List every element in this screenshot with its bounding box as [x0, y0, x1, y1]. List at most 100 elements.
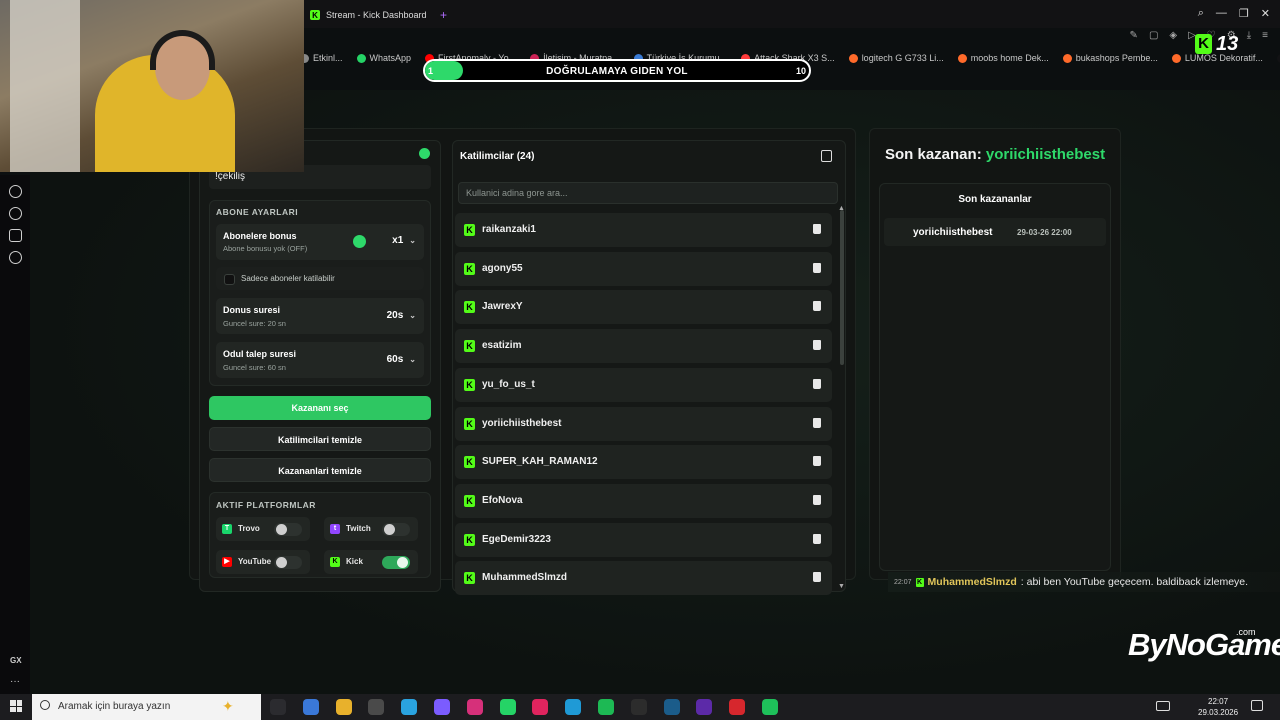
edge-icon[interactable]: [565, 699, 582, 715]
opera-gx-icon[interactable]: [532, 699, 549, 715]
clear-winners-button[interactable]: Kazananlari temizle: [209, 458, 431, 482]
bookmark-label: moobs home Dek...: [970, 53, 1049, 63]
platform-label: Trovo: [238, 524, 260, 533]
bookmark-item[interactable]: WhatsApp: [356, 50, 411, 66]
chat-text: : abi ben YouTube geçecem. baldiback izl…: [1020, 576, 1249, 588]
trash-icon[interactable]: [813, 262, 821, 273]
sub-bonus-select[interactable]: x1 ⌄: [392, 235, 416, 246]
participant-name: esatizim: [482, 340, 522, 352]
app-blue-icon[interactable]: [302, 699, 319, 715]
notification-icon[interactable]: [1251, 700, 1263, 711]
participant-row: K EgeDemir3223: [455, 522, 832, 557]
trash-icon[interactable]: [813, 572, 821, 583]
bookmark-item[interactable]: logitech G G733 Li...: [848, 50, 944, 66]
play-circle-icon[interactable]: [9, 185, 22, 198]
only-subs-option[interactable]: Sadece aboneler katilabilir: [216, 267, 424, 290]
close-icon[interactable]: ✕: [1261, 7, 1270, 20]
sparkle-icon[interactable]: ✦: [222, 698, 234, 715]
trash-icon[interactable]: [813, 456, 821, 467]
sub-bonus-card: Abonelere bonus Abone bonusu yok (OFF) x…: [216, 224, 424, 260]
goal-title: DOĞRULAMAYA GIDEN YOL: [546, 66, 688, 77]
only-subs-checkbox[interactable]: [224, 274, 235, 285]
instagram-icon[interactable]: [466, 699, 483, 715]
trash-icon[interactable]: [813, 417, 821, 428]
gx-label[interactable]: GX: [10, 656, 22, 665]
copy-icon[interactable]: [821, 150, 832, 162]
pick-winner-button[interactable]: Kazananı seç: [209, 396, 431, 420]
bookmark-item[interactable]: bukashops Pembe...: [1062, 50, 1158, 66]
maximize-icon[interactable]: ❐: [1239, 7, 1249, 20]
new-tab-button[interactable]: +: [440, 8, 447, 22]
trash-icon[interactable]: [813, 378, 821, 389]
trash-icon[interactable]: [813, 224, 821, 234]
participant-scrollbar[interactable]: [840, 210, 844, 365]
odul-select[interactable]: 60s ⌄: [387, 354, 416, 365]
info-icon[interactable]: [353, 235, 366, 248]
bookmark-item[interactable]: Etkinl...: [300, 50, 343, 66]
twitch-toggle[interactable]: [382, 523, 410, 536]
bookmark-item[interactable]: moobs home Dek...: [957, 50, 1049, 66]
settings-icon[interactable]: [9, 251, 22, 264]
participant-row: K JawrexY: [455, 290, 832, 325]
trash-icon[interactable]: [813, 533, 821, 544]
clear-participants-button[interactable]: Katilimcilari temizle: [209, 427, 431, 451]
participant-row: Kyoriichiisthebest: [455, 406, 832, 441]
webcam-feed: [0, 0, 304, 172]
more-icon[interactable]: ···: [10, 676, 20, 687]
scroll-down-icon[interactable]: ▼: [838, 583, 845, 590]
whatsapp-icon[interactable]: [499, 699, 516, 715]
task-view-icon[interactable]: [270, 699, 286, 715]
donus-subtitle: Guncel sure: 20 sn: [223, 319, 286, 328]
epic-games-icon[interactable]: [630, 699, 647, 715]
donus-value: 20s: [386, 310, 404, 321]
trovo-icon: T: [222, 524, 232, 534]
extensions-icon[interactable]: [9, 229, 22, 242]
app-green-icon[interactable]: [762, 699, 778, 715]
keyboard-icon[interactable]: [1156, 701, 1170, 711]
twitch-icon: t: [330, 524, 340, 534]
app-red-icon[interactable]: [729, 699, 746, 715]
app-gray-icon[interactable]: [368, 699, 385, 715]
chevron-down-icon: ⌄: [409, 311, 416, 320]
start-icon[interactable]: [10, 700, 22, 712]
participant-search-input[interactable]: Kullanici adina gore ara...: [458, 182, 838, 204]
trash-icon[interactable]: [813, 340, 821, 351]
taskbar-clock[interactable]: 22:07 29.03.2026: [1198, 696, 1238, 718]
valorant-icon[interactable]: [696, 699, 713, 715]
menu-icon[interactable]: ≡: [1262, 30, 1268, 41]
youtube-toggle[interactable]: [274, 556, 302, 569]
discord-icon[interactable]: [434, 699, 450, 715]
tab-kick-dashboard[interactable]: K Stream - Kick Dashboard: [310, 5, 427, 25]
goal-end-value: 10: [796, 66, 807, 76]
trash-icon[interactable]: [813, 494, 821, 505]
steam-icon[interactable]: [663, 699, 680, 715]
shield-icon[interactable]: ◈: [1169, 30, 1177, 41]
last-winner-heading: Son kazanan: yoriichiisthebest: [885, 146, 1105, 163]
telegram-icon[interactable]: [401, 699, 418, 715]
watermark-suffix: .com: [1236, 627, 1256, 637]
winner-row-name: yoriichiisthebest: [913, 227, 993, 238]
camera-icon[interactable]: ▢: [1149, 30, 1158, 41]
pin-icon[interactable]: ✎: [1130, 30, 1138, 41]
donus-select[interactable]: 20s ⌄: [387, 310, 416, 321]
recent-winners-title: Son kazananlar: [958, 194, 1032, 205]
spotify-icon[interactable]: [598, 699, 614, 715]
sub-bonus-value: x1: [392, 235, 404, 246]
trash-icon[interactable]: [813, 301, 821, 312]
bookmark-label: Etkinl...: [313, 53, 343, 63]
trovo-toggle[interactable]: [274, 523, 302, 536]
minimize-icon[interactable]: —: [1216, 7, 1227, 20]
kick-toggle[interactable]: [382, 556, 410, 569]
platform-label: YouTube: [238, 557, 272, 566]
participants-title: Katilimcilar (24): [460, 151, 535, 162]
clock-time: 22:07: [1208, 697, 1229, 706]
toggle-knob: [384, 524, 395, 535]
download-icon[interactable]: ⤓: [1247, 30, 1251, 41]
bookmark-favicon-icon: [1062, 53, 1072, 63]
donus-card: Donus suresi Guncel sure: 20 sn 20s ⌄: [216, 298, 424, 334]
kick-icon: K: [464, 456, 475, 469]
history-icon[interactable]: [9, 207, 22, 220]
search-tabs-icon[interactable]: ⌕: [1198, 7, 1204, 20]
file-explorer-icon[interactable]: [335, 699, 352, 715]
odul-subtitle: Guncel sure: 60 sn: [223, 363, 286, 372]
